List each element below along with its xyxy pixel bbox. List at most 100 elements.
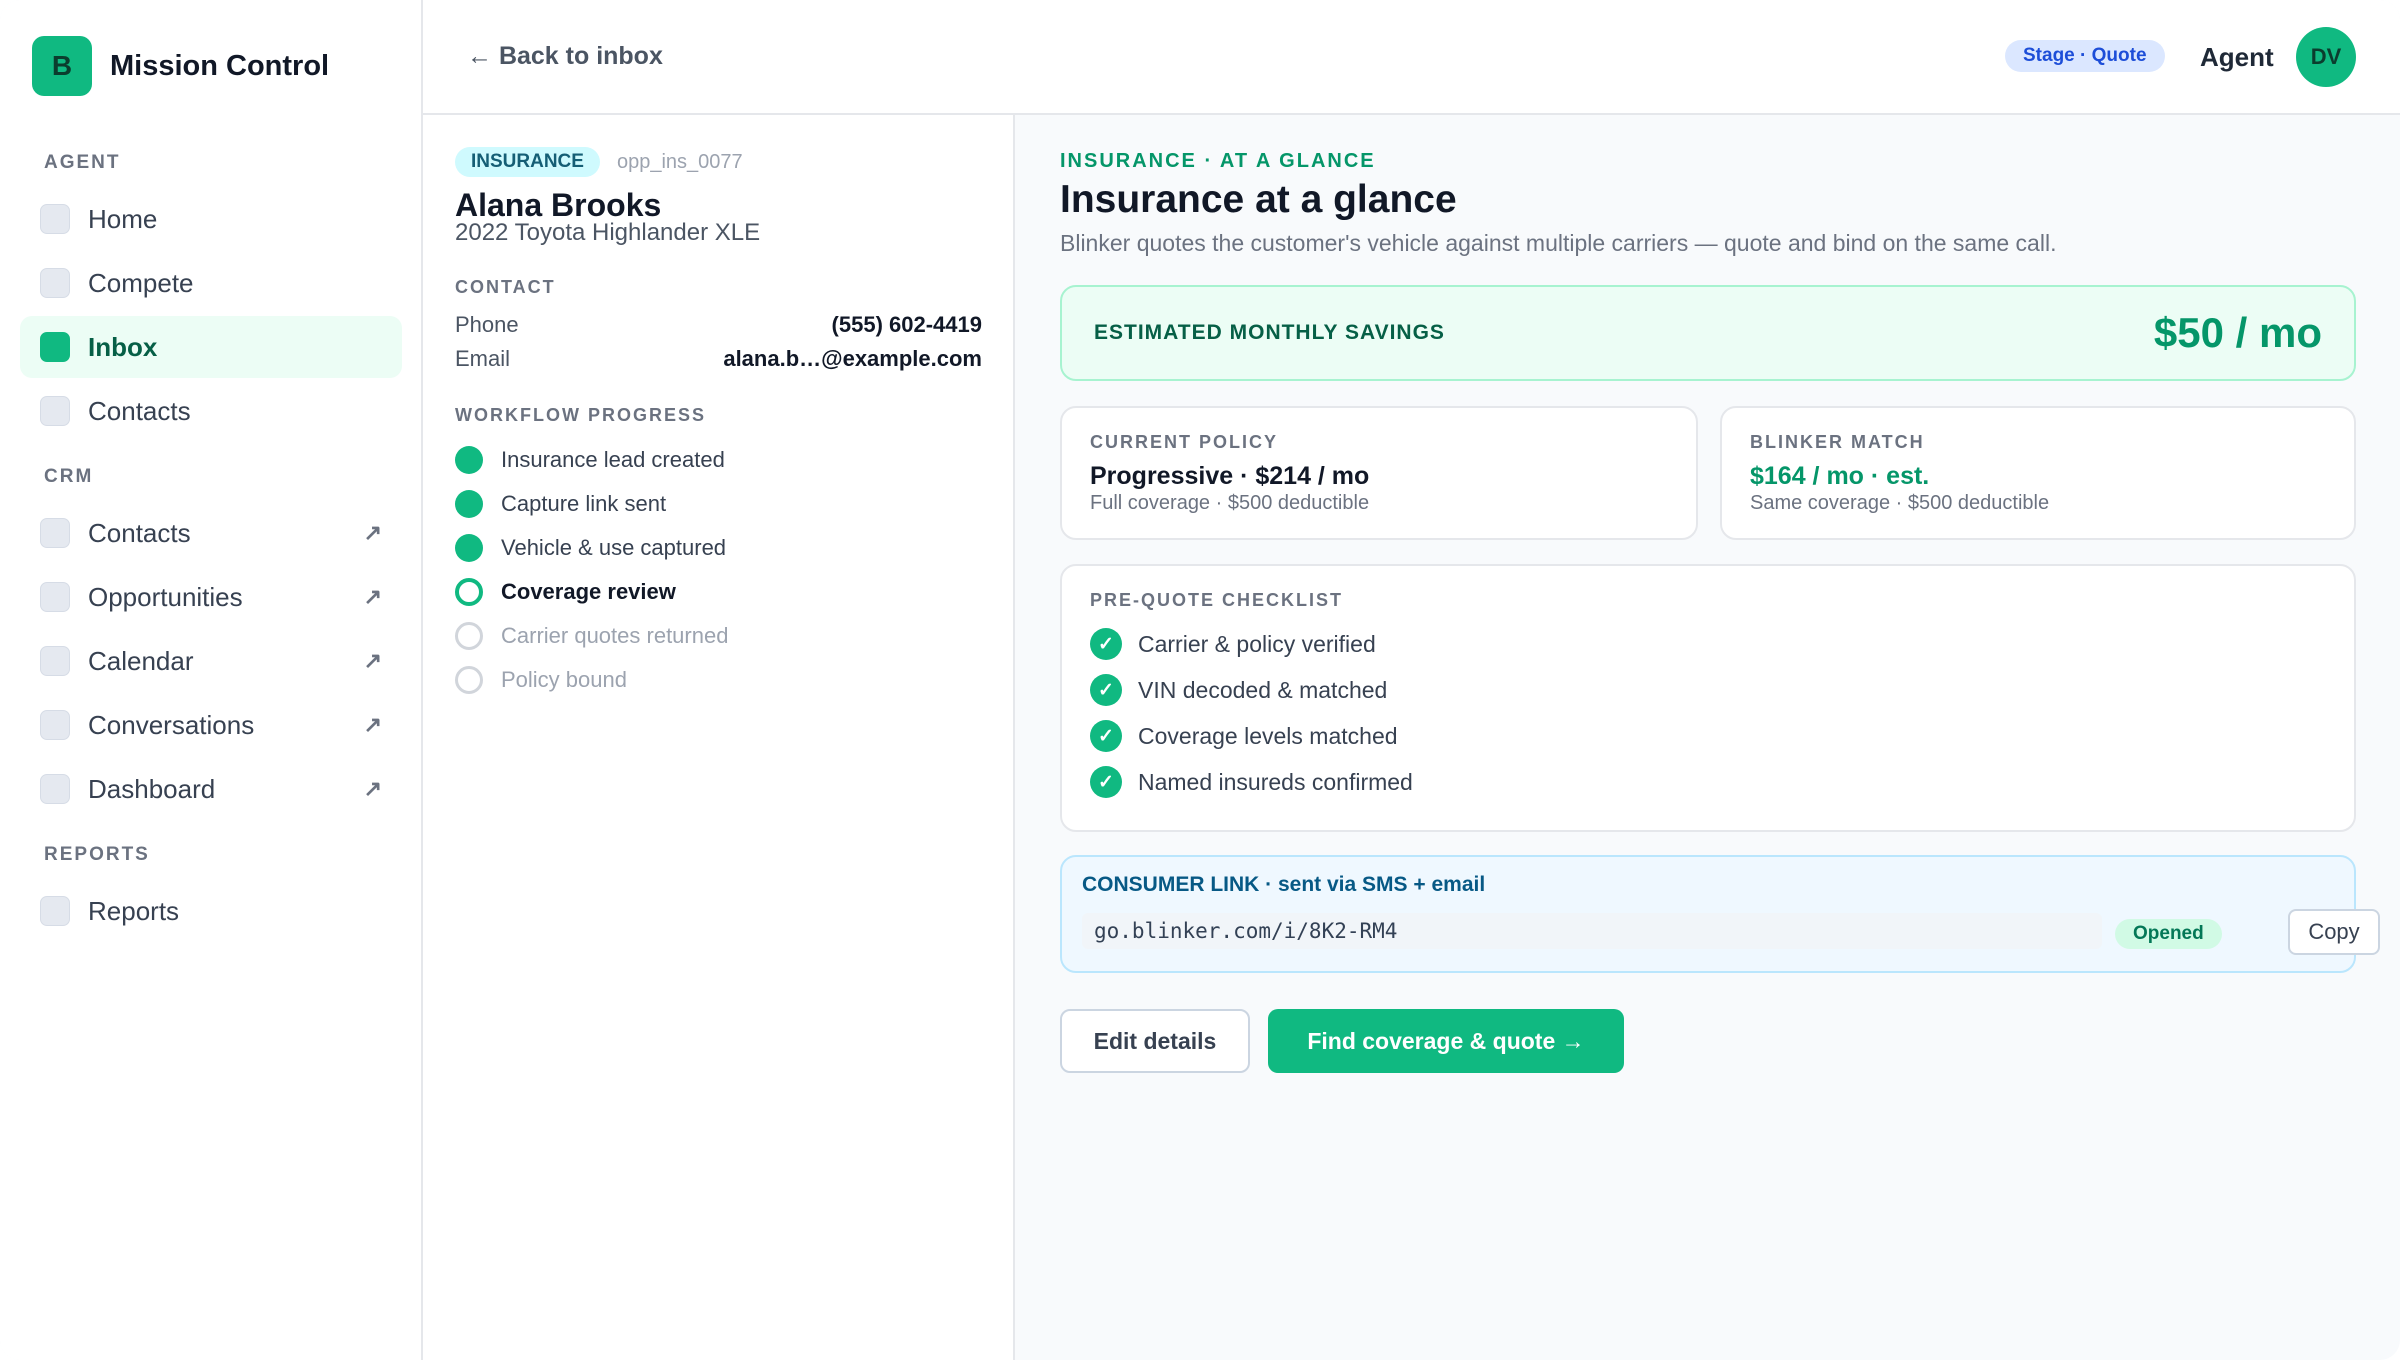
lead-type-badge: INSURANCE (455, 147, 600, 177)
step-complete-icon (455, 534, 483, 562)
avatar[interactable]: DV (2296, 27, 2356, 87)
savings-value: $50 / mo (2153, 309, 2322, 356)
section-label-reports: REPORTS (44, 844, 150, 865)
nav-square-icon (40, 646, 70, 676)
consumer-link-card: CONSUMER LINK · sent via SMS + email go.… (1060, 855, 2380, 973)
workflow-step: Carrier quotes returned (455, 622, 728, 650)
nav-square-icon (40, 896, 70, 926)
nav-square-icon (40, 774, 70, 804)
contact-section-label: CONTACT (455, 277, 556, 297)
step-current-icon (455, 578, 483, 606)
check-icon: ✓ (1090, 720, 1122, 752)
back-to-inbox-link[interactable]: ← Back to inbox (467, 42, 663, 71)
check-icon: ✓ (1090, 674, 1122, 706)
sidebar-item-reports[interactable]: Reports (20, 880, 402, 942)
nav-square-icon (40, 582, 70, 612)
edit-details-button[interactable]: Edit details (1060, 1009, 1250, 1073)
nav-square-icon (40, 710, 70, 740)
savings-banner: ESTIMATED MONTHLY SAVINGS $50 / mo (1060, 285, 2356, 381)
find-coverage-quote-button[interactable]: Find coverage & quote → (1268, 1009, 1624, 1073)
sidebar-item-label: Contacts (88, 517, 191, 548)
workflow-step: Vehicle & use captured (455, 534, 726, 562)
sidebar-item-label: Contacts (88, 395, 191, 426)
sidebar-item-conversations[interactable]: Conversations ↗ (20, 694, 402, 756)
checklist-label: PRE-QUOTE CHECKLIST (1090, 590, 1344, 610)
workflow-step-label: Coverage review (501, 579, 676, 604)
consumer-link-title: CONSUMER LINK · sent via SMS + email (1082, 873, 1486, 896)
contact-value[interactable]: alana.b…@example.com (723, 346, 982, 372)
copy-link-button[interactable]: Copy (2288, 909, 2380, 955)
opportunity-id: opp_ins_0077 (617, 151, 743, 173)
sidebar-item-opportunities[interactable]: Opportunities ↗ (20, 566, 402, 628)
blinker-match-summary: $164 / mo · est. (1750, 462, 1930, 490)
sidebar: B Mission Control AGENT Home Compete Inbox C… (0, 0, 423, 1360)
lead-panel: INSURANCE opp_ins_0077 Alana Brooks 2022… (423, 115, 1015, 1360)
section-eyebrow: INSURANCE · AT A GLANCE (1060, 150, 1376, 172)
checklist-item-label: VIN decoded & matched (1138, 676, 1388, 703)
blinker-match-label: BLINKER MATCH (1750, 432, 1925, 452)
external-link-icon: ↗ (363, 776, 382, 801)
step-complete-icon (455, 490, 483, 518)
workflow-step-label: Policy bound (501, 667, 627, 692)
contact-key: Phone (455, 312, 519, 337)
sidebar-item-home[interactable]: Home (20, 188, 402, 250)
section-label-crm: CRM (44, 466, 94, 487)
step-complete-icon (455, 446, 483, 474)
nav-square-icon (40, 396, 70, 426)
link-status-badge: Opened (2115, 919, 2222, 949)
brand[interactable]: B Mission Control (32, 36, 329, 96)
checklist-item-label: Coverage levels matched (1138, 722, 1398, 749)
page-title: Insurance at a glance (1060, 178, 1457, 221)
current-policy-label: CURRENT POLICY (1090, 432, 1279, 452)
checklist-item: ✓ Named insureds confirmed (1090, 766, 1413, 798)
sidebar-item-label: Opportunities (88, 581, 243, 612)
sidebar-item-label: Compete (88, 267, 194, 298)
workflow-step-label: Vehicle & use captured (501, 535, 727, 560)
workflow-step-label: Carrier quotes returned (501, 623, 729, 648)
stage-badge: Stage · Quote (2005, 40, 2165, 72)
checklist-item: ✓ VIN decoded & matched (1090, 674, 1387, 706)
sidebar-item-label: Conversations (88, 709, 255, 740)
workflow-step: Coverage review (455, 578, 676, 606)
blinker-match-card: BLINKER MATCH $164 / mo · est. Same cove… (1720, 406, 2356, 540)
external-link-icon: ↗ (363, 712, 382, 737)
check-icon: ✓ (1090, 766, 1122, 798)
sidebar-item-contacts[interactable]: Contacts (20, 380, 402, 442)
checklist-item: ✓ Carrier & policy verified (1090, 628, 1376, 660)
nav-square-icon (40, 332, 70, 362)
sidebar-item-compete[interactable]: Compete (20, 252, 402, 314)
brand-logo-icon: B (32, 36, 92, 96)
workflow-step: Policy bound (455, 666, 627, 694)
contact-phone-row: Phone (555) 602-4419 (455, 312, 982, 338)
contact-key: Email (455, 346, 511, 371)
workflow-section-label: WORKFLOW PROGRESS (455, 405, 706, 425)
app-window: B Mission Control AGENT Home Compete Inbox C… (0, 0, 2400, 1360)
sidebar-item-label: Home (88, 203, 158, 234)
role-label: Agent (2200, 42, 2274, 72)
consumer-link-url[interactable]: go.blinker.com/i/8K2-RM4 (1082, 913, 2102, 949)
contact-email-row: Email alana.b…@example.com (455, 346, 982, 372)
sidebar-item-dashboard[interactable]: Dashboard ↗ (20, 758, 402, 820)
top-bar: ← Back to inbox Stage · Quote Agent DV (423, 0, 2400, 115)
workflow-step: Insurance lead created (455, 446, 725, 474)
sidebar-item-label: Reports (88, 895, 180, 926)
lead-vehicle: 2022 Toyota Highlander XLE (455, 219, 761, 246)
sidebar-item-calendar[interactable]: Calendar ↗ (20, 630, 402, 692)
sidebar-item-inbox[interactable]: Inbox (20, 316, 402, 378)
checklist-item-label: Named insureds confirmed (1138, 768, 1413, 795)
checklist-card: PRE-QUOTE CHECKLIST ✓ Carrier & policy ve… (1060, 564, 2356, 832)
nav-square-icon (40, 518, 70, 548)
nav-square-icon (40, 204, 70, 234)
sidebar-item-label: Dashboard (88, 773, 216, 804)
app-name: Mission Control (110, 49, 330, 82)
savings-label: ESTIMATED MONTHLY SAVINGS (1094, 321, 1445, 344)
sidebar-item-contacts[interactable]: Contacts ↗ (20, 502, 402, 564)
current-policy-detail: Full coverage · $500 deductible (1090, 492, 1370, 514)
contact-value[interactable]: (555) 602-4419 (832, 312, 982, 338)
external-link-icon: ↗ (363, 520, 382, 545)
checklist-item: ✓ Coverage levels matched (1090, 720, 1398, 752)
step-pending-icon (455, 666, 483, 694)
check-icon: ✓ (1090, 628, 1122, 660)
current-policy-card: CURRENT POLICY Progressive · $214 / mo F… (1060, 406, 1698, 540)
external-link-icon: ↗ (363, 584, 382, 609)
